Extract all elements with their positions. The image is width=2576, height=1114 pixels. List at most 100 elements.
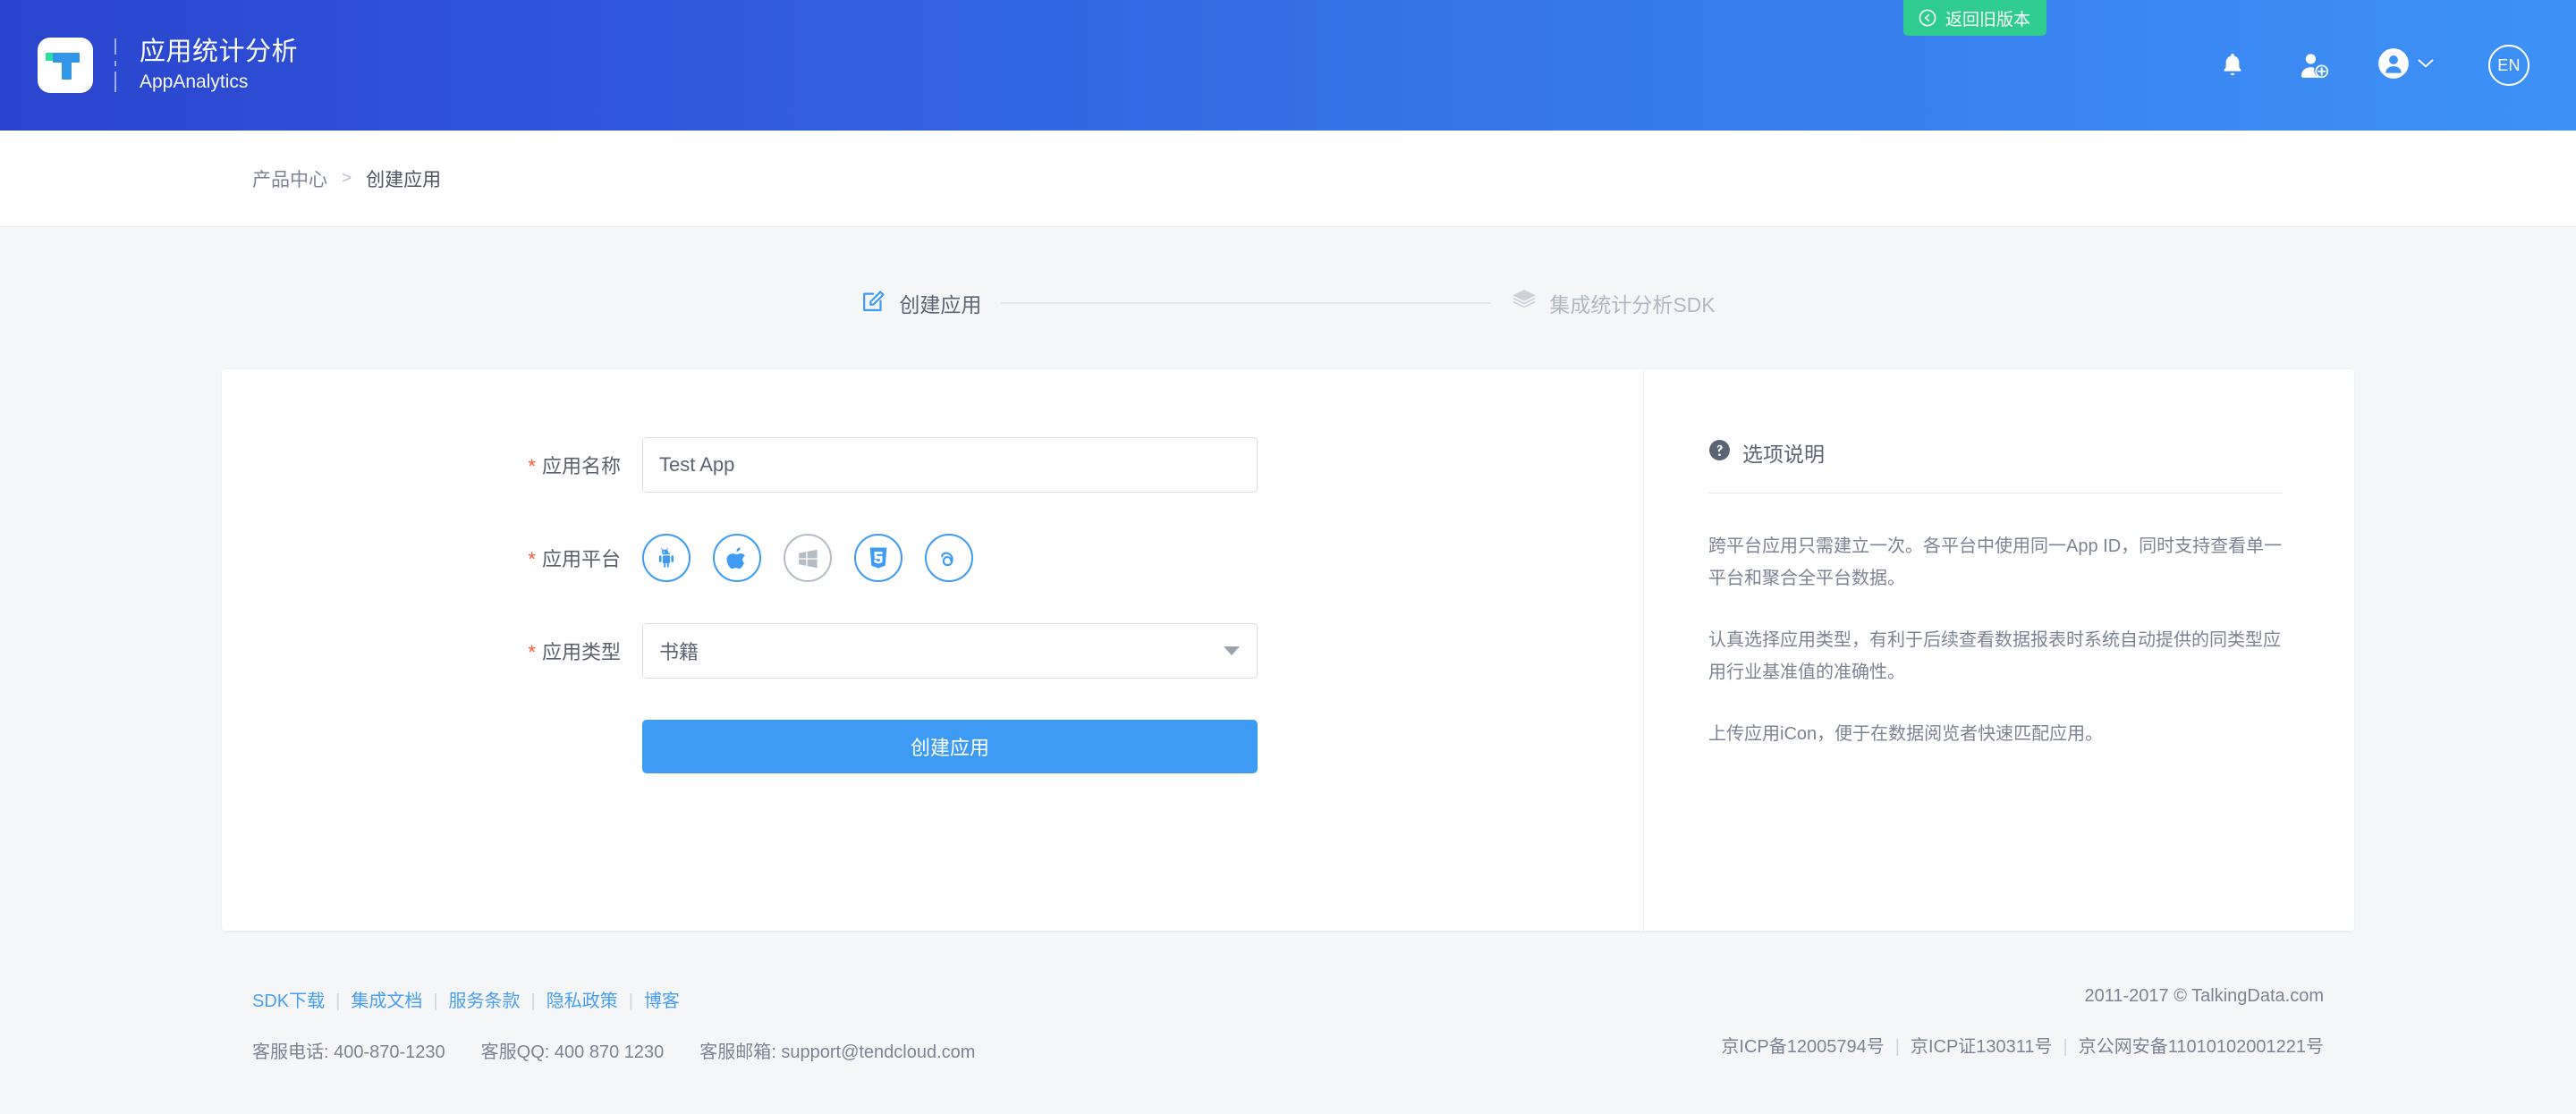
footer-icp-police: 京公网安备11010102001221号 [2078,1037,2324,1057]
platform-option-windows[interactable] [784,534,832,582]
create-app-button[interactable]: 创建应用 [642,720,1258,773]
windows-icon [797,547,819,569]
form-row-app-platform: * 应用平台 [222,534,1643,582]
footer-link-separator: | [335,992,341,1011]
app-type-field: 书籍 [642,623,1258,679]
app-header: 应用统计分析 AppAnalytics 返回旧版本 EN [0,0,2576,131]
android-icon [655,546,678,570]
help-paragraph-1: 跨平台应用只需建立一次。各平台中使用同一App ID，同时支持查看单一平台和聚合… [1708,536,2283,588]
help-paragraph-3: 上传应用iCon，便于在数据阅览者快速匹配应用。 [1708,724,2104,745]
platform-option-ios[interactable] [713,534,761,582]
footer-link-privacy[interactable]: 隐私政策 [547,992,618,1011]
platform-option-android[interactable] [642,534,691,582]
submit-field: 创建应用 [642,720,1258,773]
required-marker: * [528,548,536,570]
footer-contact-qq: 客服QQ: 400 870 1230 [480,1042,665,1062]
back-circle-icon [1918,8,1937,28]
app-type-select-value: 书籍 [642,623,1258,679]
create-app-form: *应用名称 *应用平台 [222,369,1643,773]
user-avatar-icon [2377,47,2410,84]
brand-text: 应用统计分析 AppAnalytics [140,36,298,96]
required-marker: * [528,641,536,663]
footer-link-separator: | [530,992,536,1011]
app-name-label-text: 应用名称 [541,455,621,477]
step-indicator: 创建应用 集成统计分析SDK [0,287,2576,318]
footer-link-sdk-download[interactable]: SDK下载 [252,992,325,1011]
footer-contact-list: 客服电话: 400-870-1230 客服QQ: 400 870 1230 客服邮箱… [252,1037,975,1063]
breadcrumb-item-product-center[interactable]: 产品中心 [252,165,327,192]
step-connector-line [1001,301,1492,304]
step-integrate-sdk-label: 集成统计分析SDK [1549,292,1716,316]
language-switch-button[interactable]: EN [2488,45,2529,86]
footer-icp-beian: 京ICP备12005794号 [1721,1037,1885,1057]
footer-link-separator: | [628,992,633,1011]
step-create-app[interactable]: 创建应用 [860,287,981,318]
platform-option-html5[interactable] [854,534,902,582]
notifications-button[interactable] [2191,51,2274,80]
help-panel: 选项说明 跨平台应用只需建立一次。各平台中使用同一App ID，同时支持查看单一… [1644,369,2354,931]
help-title-label: 选项说明 [1742,443,1825,466]
product-title-cn: 应用统计分析 [140,37,299,66]
chevron-down-icon [1224,646,1240,655]
form-row-app-type: * 应用类型 书籍 [222,623,1643,679]
edit-document-icon [860,287,887,318]
language-badge-label: EN [2497,55,2521,74]
brand-divider [114,38,116,92]
form-row-app-name: * 应用名称 [222,437,1643,493]
html5-icon [868,546,889,570]
app-name-label: * 应用名称 [222,451,642,479]
app-type-label-text: 应用类型 [541,641,621,663]
layers-stack-icon [1511,287,1538,318]
app-platform-label: * 应用平台 [222,544,642,572]
footer-link-terms[interactable]: 服务条款 [449,992,521,1011]
platform-option-list [642,534,1258,582]
footer-link-integration-docs[interactable]: 集成文档 [351,992,422,1011]
wechat-miniprogram-icon [937,546,961,570]
help-paragraph-2: 认真选择应用类型，有利于后续查看数据报表时系统自动提供的同类型应用行业基准值的准… [1708,630,2281,682]
brand: 应用统计分析 AppAnalytics [38,36,298,96]
chevron-down-icon [2417,57,2435,73]
question-mark-icon [1708,439,1731,467]
add-user-button[interactable] [2274,51,2356,80]
footer-copyright: 2011-2017 © TalkingData.com [2084,986,2325,1006]
back-to-old-version-button[interactable]: 返回旧版本 [1903,0,2047,36]
platform-option-wechat-miniprogram[interactable] [925,534,973,582]
add-user-icon [2300,51,2330,80]
step-create-app-label: 创建应用 [899,292,982,316]
breadcrumb-separator-icon: > [342,168,352,188]
footer-link-blog[interactable]: 博客 [644,992,680,1011]
app-type-select[interactable]: 书籍 [642,623,1258,679]
app-name-field [642,437,1258,493]
footer-link-list: SDK下载 | 集成文档 | 服务条款 | 隐私政策 | 博客 [252,986,975,1012]
breadcrumb-item-create-app: 创建应用 [366,169,442,190]
page-footer: SDK下载 | 集成文档 | 服务条款 | 隐私政策 | 博客 客服电话: 400-870-12… [0,986,2576,1063]
product-title-en: AppAnalytics [140,71,249,92]
footer-contact-phone: 客服电话: 400-870-1230 [252,1042,445,1062]
footer-icp-separator: | [1894,1037,1900,1057]
logo-t-stem [62,53,72,80]
form-row-submit: 创建应用 [222,720,1643,773]
footer-left: SDK下载 | 集成文档 | 服务条款 | 隐私政策 | 博客 客服电话: 400-870-12… [252,986,975,1063]
back-to-old-version-label: 返回旧版本 [1945,10,2031,30]
user-menu-button[interactable] [2356,47,2456,84]
app-platform-label-text: 应用平台 [541,548,621,570]
footer-link-separator: | [433,992,438,1011]
bell-icon [2219,51,2246,80]
help-title: 选项说明 [1708,437,2283,468]
footer-right: 2011-2017 © TalkingData.com 京ICP备1200579… [1721,986,2324,1058]
create-app-card: *应用名称 *应用平台 [222,369,2354,931]
help-content: 选项说明 跨平台应用只需建立一次。各平台中使用同一App ID，同时支持查看单一… [1644,369,2354,751]
app-platform-field [642,534,1258,582]
app-name-input[interactable] [642,437,1258,493]
talkingdata-logo-icon [38,38,93,93]
step-integrate-sdk[interactable]: 集成统计分析SDK [1511,287,1716,318]
breadcrumb: 产品中心 > 创建应用 [0,131,2576,227]
apple-icon [726,546,748,570]
footer-icp-license: 京ICP证130311号 [1910,1037,2053,1057]
footer-contact-email: 客服邮箱: support@tendcloud.com [699,1042,976,1062]
help-divider [1708,493,2283,494]
required-marker: * [528,455,536,477]
footer-icp-list: 京ICP备12005794号 | 京ICP证130311号 | 京公网安备1101010… [1721,1032,2324,1058]
create-app-form-panel: *应用名称 *应用平台 [222,369,1644,931]
footer-icp-separator: | [2063,1037,2068,1057]
